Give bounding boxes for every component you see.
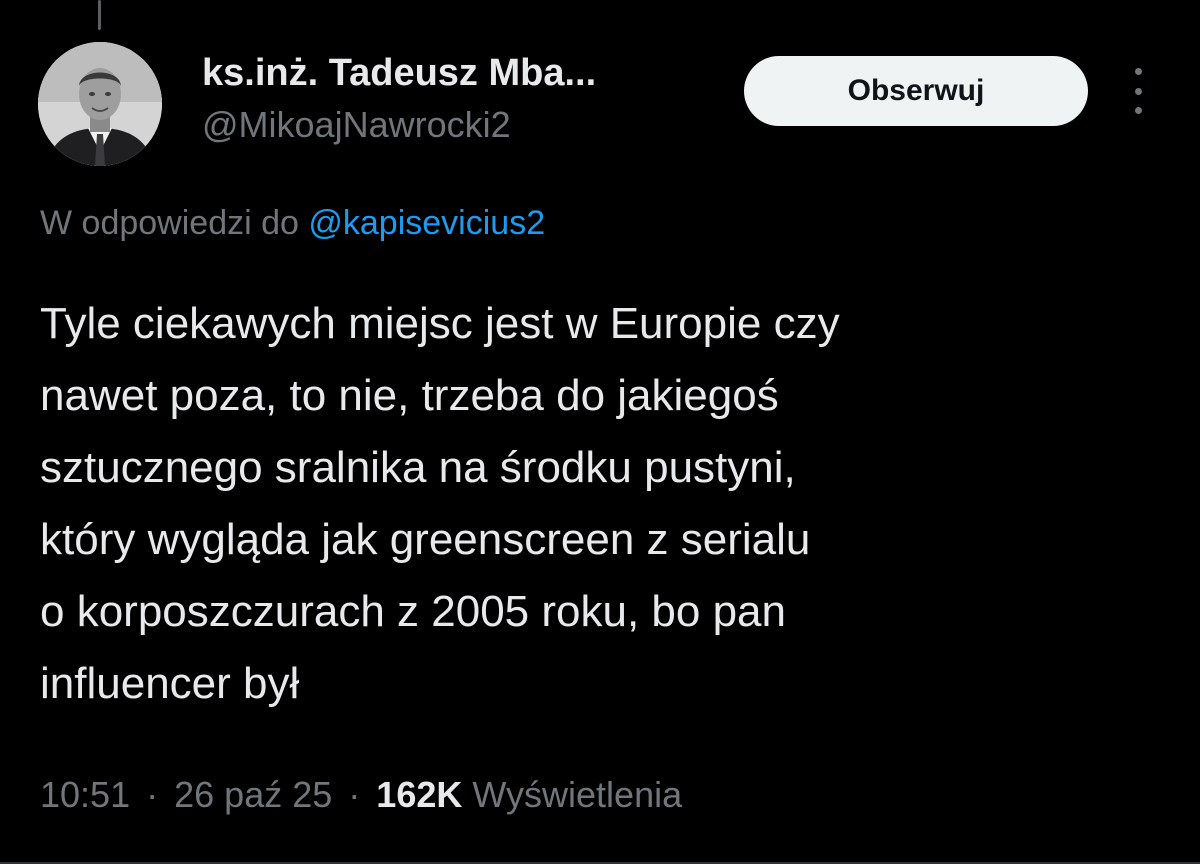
tweet-text-line: o korposzczurach z 2005 roku, bo pan xyxy=(40,587,787,636)
more-dot xyxy=(1134,68,1142,75)
meta-separator: · xyxy=(348,774,361,815)
tweet-date[interactable]: 26 paź 25 xyxy=(174,774,332,815)
views-label[interactable]: Wyświetlenia xyxy=(472,774,682,815)
author-display-name[interactable]: ks.inż. Tadeusz Mba... xyxy=(202,50,596,96)
user-avatar-icon xyxy=(38,42,162,166)
reply-mention-link[interactable]: @kapisevicius2 xyxy=(308,204,545,242)
views-count[interactable]: 162K xyxy=(376,774,462,815)
meta-separator: · xyxy=(146,774,159,815)
reply-context: W odpowiedzi do @kapisevicius2 xyxy=(40,200,545,246)
more-vertical-icon[interactable] xyxy=(1124,68,1152,114)
tweet-meta: 10:51 · 26 paź 25 · 162K Wyświetlenia xyxy=(40,772,682,818)
tweet-text-line: który wygląda jak greenscreen z serialu xyxy=(40,515,811,564)
follow-button[interactable]: Obserwuj xyxy=(744,56,1088,126)
tweet-text-line: influencer był xyxy=(40,659,300,708)
author-avatar[interactable] xyxy=(38,42,162,166)
reply-prefix: W odpowiedzi do xyxy=(40,204,299,242)
more-dot xyxy=(1134,107,1142,114)
author-handle[interactable]: @MikoajNawrocki2 xyxy=(202,102,596,148)
thread-connector-line xyxy=(98,0,101,30)
tweet-text: Tyle ciekawych miejsc jest w Europie czy… xyxy=(40,288,1160,720)
tweet-text-line: nawet poza, to nie, trzeba do jakiegoś xyxy=(40,371,779,420)
more-dot xyxy=(1134,87,1142,95)
tweet-time[interactable]: 10:51 xyxy=(40,774,130,815)
tweet-text-line: sztucznego sralnika na środku pustyni, xyxy=(40,443,796,492)
tweet-text-line: Tyle ciekawych miejsc jest w Europie czy xyxy=(40,299,840,348)
author-info[interactable]: ks.inż. Tadeusz Mba... @MikoajNawrocki2 xyxy=(202,50,596,148)
